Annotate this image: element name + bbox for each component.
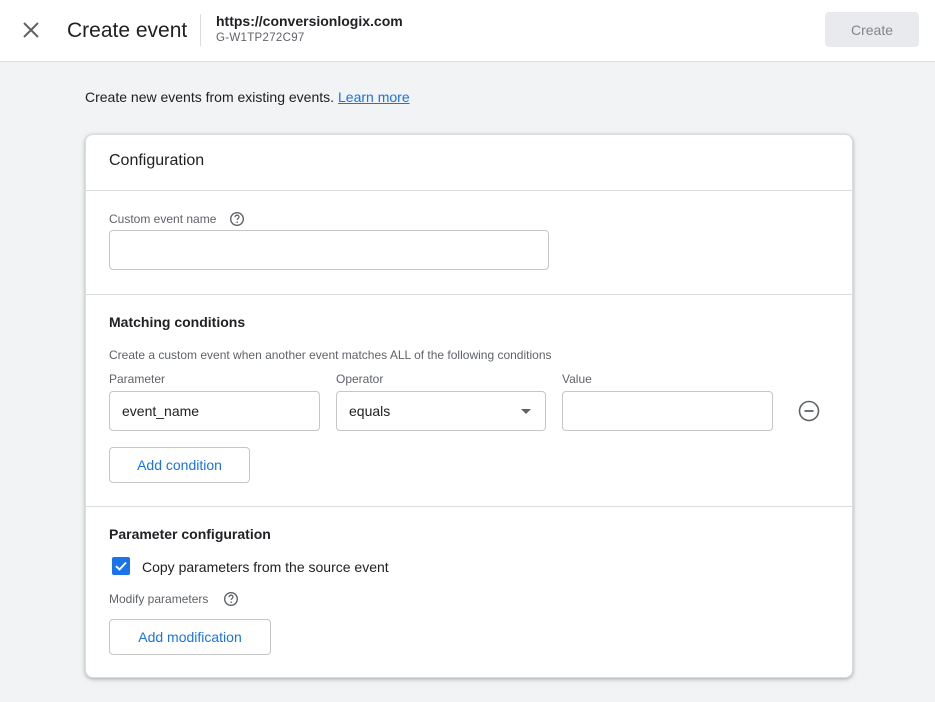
learn-more-link[interactable]: Learn more bbox=[338, 89, 410, 105]
operator-value: equals bbox=[349, 403, 391, 419]
custom-event-name-label: Custom event name bbox=[109, 212, 217, 226]
top-bar: Create event https://conversionlogix.com… bbox=[0, 0, 935, 62]
close-icon bbox=[23, 22, 39, 38]
dropdown-arrow-icon bbox=[521, 409, 531, 414]
parameter-label: Parameter bbox=[109, 372, 166, 386]
measurement-id: G-W1TP272C97 bbox=[216, 32, 305, 44]
add-modification-button[interactable]: Add modification bbox=[109, 619, 271, 655]
card-divider-3 bbox=[86, 506, 852, 507]
header-divider bbox=[200, 14, 201, 46]
operator-select[interactable]: equals bbox=[336, 391, 546, 431]
parameter-value: event_name bbox=[122, 403, 200, 419]
add-condition-button[interactable]: Add condition bbox=[109, 447, 250, 483]
remove-condition-icon[interactable] bbox=[798, 400, 820, 422]
help-icon[interactable] bbox=[229, 211, 245, 227]
card-title: Configuration bbox=[109, 152, 205, 169]
configuration-card: Configuration Custom event name Matching… bbox=[85, 134, 853, 678]
copy-parameters-checkbox[interactable] bbox=[112, 557, 130, 575]
matching-conditions-description: Create a custom event when another event… bbox=[109, 348, 552, 362]
modify-parameters-label: Modify parameters bbox=[109, 592, 209, 606]
create-button[interactable]: Create bbox=[825, 12, 919, 47]
value-label: Value bbox=[562, 372, 592, 386]
parameter-configuration-title: Parameter configuration bbox=[109, 526, 271, 542]
parameter-input[interactable]: event_name bbox=[109, 391, 320, 431]
checkmark-icon bbox=[115, 561, 127, 571]
operator-label: Operator bbox=[336, 372, 384, 386]
intro-text-block: Create new events from existing events. L… bbox=[85, 89, 410, 105]
custom-event-name-input[interactable] bbox=[109, 230, 549, 270]
card-divider-2 bbox=[86, 294, 852, 295]
property-url: https://conversionlogix.com bbox=[216, 13, 403, 29]
close-button[interactable] bbox=[18, 17, 44, 43]
value-input[interactable] bbox=[562, 391, 773, 431]
page-title: Create event bbox=[67, 19, 188, 42]
copy-parameters-label[interactable]: Copy parameters from the source event bbox=[142, 559, 389, 575]
intro-text: Create new events from existing events. bbox=[85, 89, 335, 105]
matching-conditions-title: Matching conditions bbox=[109, 314, 246, 330]
help-icon[interactable] bbox=[223, 591, 239, 607]
card-divider-1 bbox=[86, 190, 852, 191]
